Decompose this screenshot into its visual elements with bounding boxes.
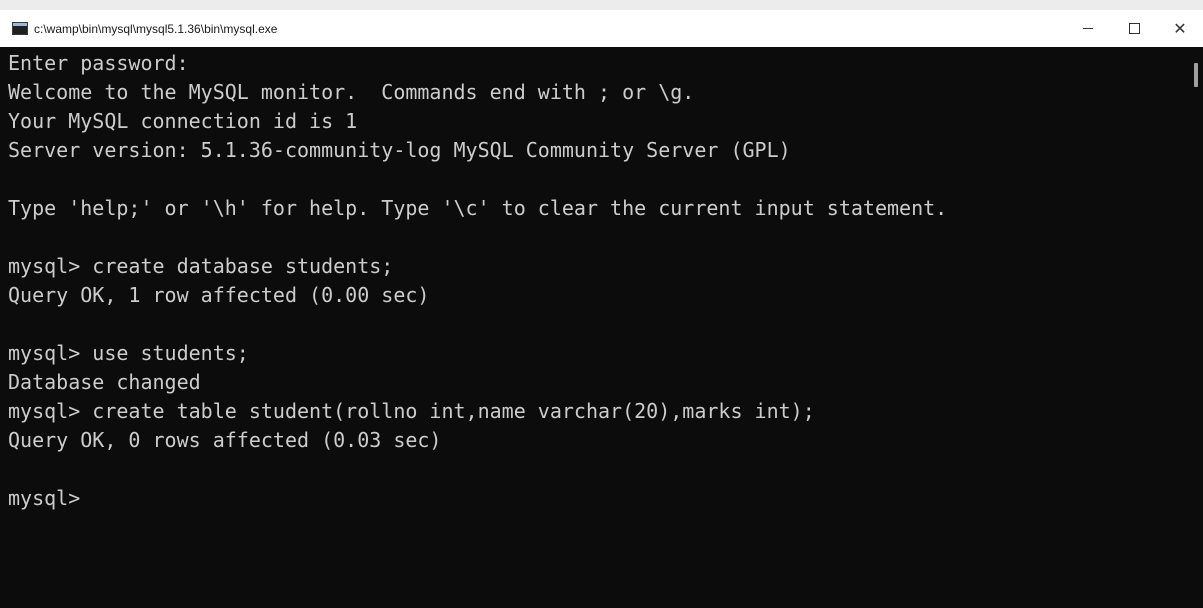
console-window[interactable]: c:\wamp\bin\mysql\mysql5.1.36\bin\mysql.… (0, 0, 1203, 608)
console-prompt-line: mysql> create database students; (8, 254, 394, 278)
console-text: Enter password: Welcome to the MySQL moni… (8, 47, 1182, 513)
scrollbar-thumb[interactable] (1194, 63, 1198, 87)
minimize-button[interactable] (1065, 10, 1111, 47)
close-icon: ✕ (1173, 18, 1187, 38)
console-line: Server version: 5.1.36-community-log MyS… (8, 138, 791, 162)
console-line: Query OK, 1 row affected (0.00 sec) (8, 283, 430, 307)
console-output[interactable]: Enter password: Welcome to the MySQL moni… (0, 47, 1182, 608)
console-line: Welcome to the MySQL monitor. Commands e… (8, 80, 695, 104)
window-title: c:\wamp\bin\mysql\mysql5.1.36\bin\mysql.… (34, 21, 278, 36)
minimize-icon (1083, 28, 1093, 29)
console-line: Type 'help;' or '\h' for help. Type '\c'… (8, 196, 948, 220)
console-app-icon (12, 22, 28, 35)
console-line: Query OK, 0 rows affected (0.03 sec) (8, 428, 442, 452)
console-prompt-line: mysql> use students; (8, 341, 249, 365)
console-prompt-line: mysql> create table student(rollno int,n… (8, 399, 815, 423)
console-line: Your MySQL connection id is 1 (8, 109, 358, 133)
window-controls: ✕ (1065, 10, 1203, 47)
vertical-scrollbar[interactable] (1182, 47, 1203, 608)
console-prompt-line: mysql> (8, 486, 81, 510)
title-bar[interactable]: c:\wamp\bin\mysql\mysql5.1.36\bin\mysql.… (0, 10, 1203, 47)
close-button[interactable]: ✕ (1157, 10, 1203, 47)
maximize-button[interactable] (1111, 10, 1157, 47)
console-line: Database changed (8, 370, 201, 394)
maximize-icon (1128, 23, 1140, 34)
desktop-strip (0, 0, 1203, 10)
console-line: Enter password: (8, 51, 189, 75)
